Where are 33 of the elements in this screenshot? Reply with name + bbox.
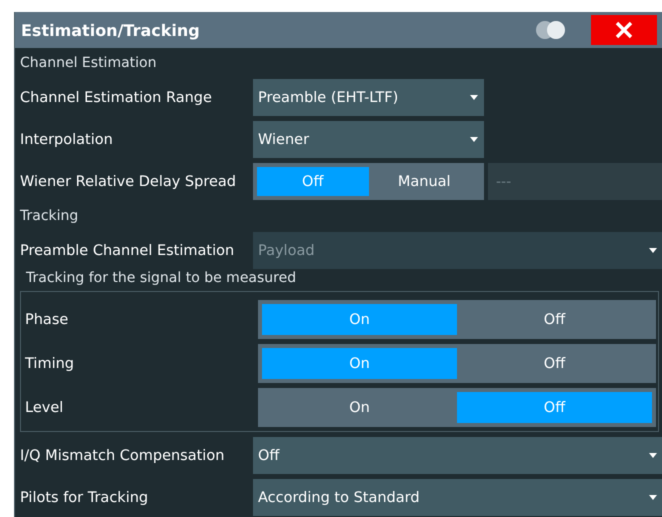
caret-icon (649, 248, 657, 253)
setting-label: Phase (25, 312, 68, 328)
transparency-toggle-icon[interactable] (535, 20, 567, 40)
toggle-option[interactable]: Off (457, 348, 652, 379)
dropdown[interactable]: According to Standard (253, 479, 662, 516)
section-heading: Tracking (20, 207, 80, 226)
caret-icon (649, 495, 657, 500)
close-icon (615, 21, 633, 39)
close-button[interactable] (591, 15, 657, 45)
group-heading: Tracking for the signal to be measured (25, 270, 298, 286)
setting-label: Timing (25, 356, 74, 372)
caret-icon (649, 453, 657, 458)
toggle-option[interactable]: On (262, 348, 457, 379)
setting-label: Preamble Channel Estimation (20, 242, 236, 258)
section-heading: Channel Estimation (20, 54, 158, 73)
dropdown[interactable]: Wiener (253, 121, 484, 158)
caret-icon (470, 95, 478, 100)
toggle-option[interactable]: Manual (368, 167, 480, 196)
window-title: Estimation/Tracking (21, 20, 201, 40)
toggle-option[interactable]: On (262, 304, 457, 335)
toggle-option[interactable]: Off (457, 392, 652, 423)
toggle-option[interactable]: On (262, 392, 457, 423)
setting-label: Channel Estimation Range (20, 90, 213, 106)
dropdown[interactable]: Preamble (EHT-LTF) (253, 79, 484, 116)
setting-label: I/Q Mismatch Compensation (20, 448, 226, 464)
setting-label: Level (25, 400, 64, 416)
toggle-option[interactable]: Off (257, 167, 368, 196)
setting-label: Wiener Relative Delay Spread (20, 174, 237, 190)
toggle-option[interactable]: Off (457, 304, 652, 335)
caret-icon (470, 137, 478, 142)
setting-label: Pilots for Tracking (20, 490, 150, 506)
dropdown[interactable]: Off (253, 437, 662, 474)
setting-label: Interpolation (20, 132, 114, 148)
